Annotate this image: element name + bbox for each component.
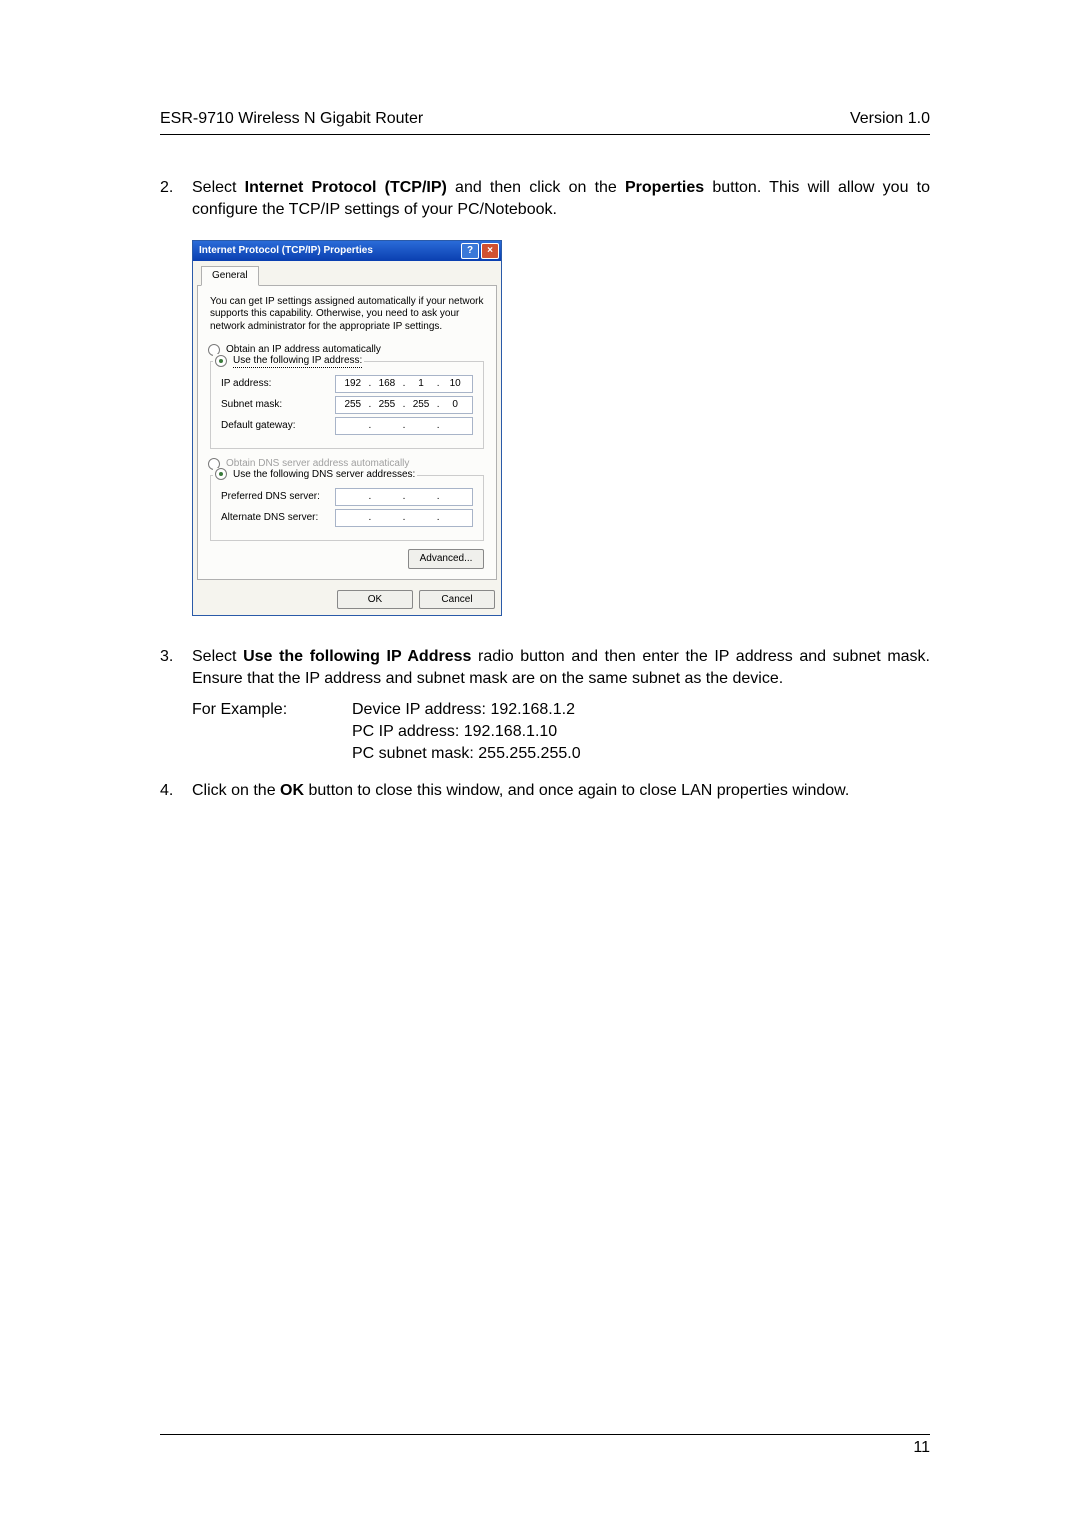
- step-text: Select Use the following IP Address radi…: [192, 646, 930, 689]
- page-header: ESR-9710 Wireless N Gigabit Router Versi…: [160, 110, 930, 135]
- radio-use-following-ip[interactable]: Use the following IP address:: [213, 354, 364, 369]
- instruction-step-2: 2. Select Internet Protocol (TCP/IP) and…: [160, 177, 930, 220]
- page-number: 11: [913, 1439, 930, 1456]
- default-gateway-field[interactable]: . . .: [335, 417, 473, 435]
- tab-general[interactable]: General: [201, 266, 259, 286]
- radio-icon: [215, 355, 227, 367]
- close-icon[interactable]: ×: [481, 243, 499, 259]
- example-pc-ip: PC IP address: 192.168.1.10: [352, 721, 581, 743]
- alternate-dns-field[interactable]: ...: [335, 509, 473, 527]
- tcpip-properties-dialog-screenshot: Internet Protocol (TCP/IP) Properties ? …: [192, 240, 930, 616]
- advanced-button[interactable]: Advanced...: [408, 549, 484, 569]
- radio-use-following-dns[interactable]: Use the following DNS server addresses:: [213, 468, 417, 482]
- step-text: Select Internet Protocol (TCP/IP) and th…: [192, 177, 930, 220]
- tcpip-properties-window: Internet Protocol (TCP/IP) Properties ? …: [192, 240, 502, 616]
- step-text: Click on the OK button to close this win…: [192, 780, 930, 802]
- header-left: ESR-9710 Wireless N Gigabit Router: [160, 110, 423, 128]
- example-values: Device IP address: 192.168.1.2 PC IP add…: [352, 699, 581, 764]
- header-right: Version 1.0: [850, 110, 930, 128]
- example-pc-mask: PC subnet mask: 255.255.255.0: [352, 743, 581, 765]
- page-footer: 11: [160, 1434, 930, 1457]
- example-block: For Example: Device IP address: 192.168.…: [192, 699, 930, 764]
- step-number: 3.: [160, 646, 192, 689]
- example-label: For Example:: [192, 699, 352, 764]
- alternate-dns-label: Alternate DNS server:: [221, 511, 335, 525]
- step-number: 4.: [160, 780, 192, 802]
- radio-icon: [215, 468, 227, 480]
- preferred-dns-label: Preferred DNS server:: [221, 490, 335, 504]
- subnet-mask-label: Subnet mask:: [221, 398, 335, 412]
- dialog-description: You can get IP settings assigned automat…: [210, 296, 484, 334]
- ip-address-field[interactable]: 192. 168. 1. 10: [335, 375, 473, 393]
- window-titlebar: Internet Protocol (TCP/IP) Properties ? …: [193, 241, 501, 261]
- ip-address-label: IP address:: [221, 377, 335, 391]
- tab-strip: General: [197, 265, 497, 286]
- subnet-mask-field[interactable]: 255. 255. 255. 0: [335, 396, 473, 414]
- radio-label: Use the following IP address:: [233, 354, 362, 369]
- preferred-dns-field[interactable]: ...: [335, 488, 473, 506]
- help-icon[interactable]: ?: [461, 243, 479, 259]
- instruction-step-3: 3. Select Use the following IP Address r…: [160, 646, 930, 689]
- window-title: Internet Protocol (TCP/IP) Properties: [199, 244, 373, 258]
- radio-label: Use the following DNS server addresses:: [233, 468, 415, 482]
- ok-button[interactable]: OK: [337, 590, 413, 610]
- cancel-button[interactable]: Cancel: [419, 590, 495, 610]
- instruction-step-4: 4. Click on the OK button to close this …: [160, 780, 930, 802]
- default-gateway-label: Default gateway:: [221, 419, 335, 433]
- example-device-ip: Device IP address: 192.168.1.2: [352, 699, 581, 721]
- step-number: 2.: [160, 177, 192, 220]
